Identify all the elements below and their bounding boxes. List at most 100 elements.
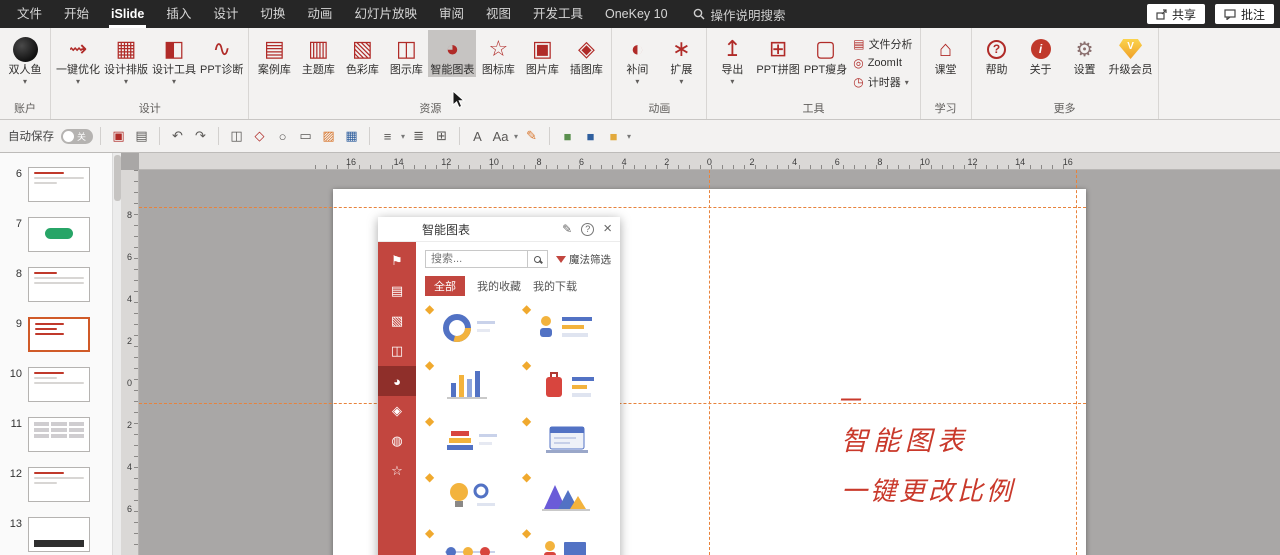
help-button[interactable]: ? 帮助 — [975, 30, 1019, 77]
tab-all[interactable]: 全部 — [425, 276, 465, 296]
ellipse-icon[interactable]: ○ — [272, 125, 293, 147]
edit-icon[interactable]: ✎ — [562, 222, 572, 236]
theme-icon[interactable]: ▤ — [378, 276, 416, 306]
relation-icon[interactable]: ◈ — [378, 396, 416, 426]
slide-thumbnail[interactable] — [28, 267, 90, 302]
print-icon[interactable]: ▤ — [131, 125, 152, 147]
color-library-button[interactable]: ▧ 色彩库 — [340, 30, 384, 77]
menu-tab-islide[interactable]: iSlide — [100, 0, 155, 28]
web-icon[interactable]: ◍ — [378, 426, 416, 456]
align-icon[interactable]: ≡ — [377, 125, 398, 147]
upgrade-member-button[interactable]: V 升级会员 — [1107, 30, 1155, 77]
zoomit-button[interactable]: ◎ ZoomIt — [853, 56, 912, 70]
picture-library-button[interactable]: ▣ 图片库 — [520, 30, 564, 77]
menu-tab-transitions[interactable]: 切换 — [249, 0, 296, 28]
swatch-yellow-icon[interactable]: ■ — [603, 125, 624, 147]
slide-thumbnail[interactable] — [28, 217, 90, 252]
help-icon[interactable]: ? — [581, 222, 595, 236]
template-card-person-bars[interactable]: ◆ — [522, 302, 611, 350]
menu-tab-review[interactable]: 审阅 — [428, 0, 475, 28]
tab-downloads[interactable]: 我的下载 — [533, 278, 577, 294]
ppt-slim-button[interactable]: ▢ PPT瘦身 — [802, 30, 849, 77]
redo-icon[interactable]: ↷ — [190, 125, 211, 147]
slide-thumbnail[interactable] — [28, 467, 90, 502]
swatch-blue-icon[interactable]: ■ — [580, 125, 601, 147]
menu-tab-design[interactable]: 设计 — [202, 0, 249, 28]
menu-tab-file[interactable]: 文件 — [6, 0, 53, 28]
about-button[interactable]: i 关于 — [1019, 30, 1063, 77]
pen-icon[interactable]: ✎ — [521, 125, 542, 147]
template-card-stack[interactable]: ◆ — [425, 414, 514, 462]
export-button[interactable]: ↥ 导出 ▾ — [710, 30, 754, 86]
smart-chart-icon[interactable]: ◕ — [378, 366, 416, 396]
textbox-icon[interactable]: ▭ — [295, 125, 316, 147]
icon-library-button[interactable]: ☆ 图标库 — [476, 30, 520, 77]
template-card-bulb[interactable]: ◆ — [425, 470, 514, 518]
template-card-luggage[interactable]: ◆ — [522, 358, 611, 406]
file-analysis-button[interactable]: ▤ 文件分析 — [853, 36, 912, 52]
table-icon[interactable]: ⊞ — [431, 125, 452, 147]
classroom-button[interactable]: ⌂ 课堂 — [924, 30, 968, 77]
menu-tab-view[interactable]: 视图 — [475, 0, 522, 28]
ppt-puzzle-button[interactable]: ⊞ PPT拼图 — [754, 30, 801, 77]
account-button[interactable]: 双人鱼 ▾ — [3, 30, 47, 86]
copy-format-icon[interactable]: ◫ — [226, 125, 247, 147]
save-icon[interactable]: ▣ — [108, 125, 129, 147]
badge-icon[interactable]: ☆ — [378, 456, 416, 486]
comment-button[interactable]: 批注 — [1214, 4, 1274, 24]
panel-search-button[interactable] — [528, 250, 548, 268]
list-icon[interactable]: ≣ — [408, 125, 429, 147]
design-layout-button[interactable]: ▦ 设计排版 ▾ — [102, 30, 150, 86]
outline-color-icon[interactable]: ▦ — [341, 125, 362, 147]
menu-tab-developer[interactable]: 开发工具 — [522, 0, 594, 28]
tell-me-search[interactable]: 操作说明搜索 — [693, 5, 786, 24]
thumbnail-scrollbar[interactable] — [112, 153, 121, 555]
color-icon[interactable]: ▧ — [378, 306, 416, 336]
smart-chart-button[interactable]: ◕ 智能图表 — [428, 30, 477, 77]
design-tools-button[interactable]: ◧ 设计工具 ▾ — [150, 30, 198, 86]
menu-tab-home[interactable]: 开始 — [53, 0, 100, 28]
one-click-optimize-button[interactable]: ⇝ 一键优化 ▾ — [54, 30, 102, 86]
undo-icon[interactable]: ↶ — [167, 125, 188, 147]
tab-favorites[interactable]: 我的收藏 — [477, 278, 521, 294]
slide-thumbnail[interactable] — [28, 417, 90, 452]
close-icon[interactable]: × — [603, 221, 612, 236]
extend-button[interactable]: ∗ 扩展 ▾ — [659, 30, 703, 86]
template-card-desk[interactable]: ◆ — [522, 526, 611, 555]
slide-thumbnail[interactable] — [28, 167, 90, 202]
menu-tab-animations[interactable]: 动画 — [296, 0, 343, 28]
slide-caption[interactable]: — 智能图表 一键更改比例 — [841, 389, 1015, 508]
menu-tab-slideshow[interactable]: 幻灯片放映 — [343, 0, 428, 28]
slide-thumbnail[interactable] — [28, 367, 90, 402]
fill-color-icon[interactable]: ▨ — [318, 125, 339, 147]
shape-icon[interactable]: ◇ — [249, 125, 270, 147]
tween-button[interactable]: ◐ 补间 ▾ — [615, 30, 659, 86]
timer-button[interactable]: ◷ 计时器 ▾ — [853, 74, 912, 90]
menu-tab-insert[interactable]: 插入 — [155, 0, 202, 28]
template-card-bar-chart[interactable]: ◆ — [425, 358, 514, 406]
template-card-laptop[interactable]: ◆ — [522, 414, 611, 462]
font-size-icon[interactable]: Aa — [490, 125, 511, 147]
slide-thumbnail[interactable] — [28, 517, 90, 552]
illustration-library-button[interactable]: ◈ 插图库 — [564, 30, 608, 77]
slide-thumbnail-selected[interactable] — [28, 317, 90, 352]
scrollbar-thumb[interactable] — [114, 155, 121, 201]
ppt-diagnosis-button[interactable]: ∿ PPT诊断 — [198, 30, 245, 77]
swatch-green-icon[interactable]: ■ — [557, 125, 578, 147]
panel-search-input[interactable] — [425, 250, 528, 268]
magic-filter-button[interactable]: 魔法筛选 — [556, 252, 611, 267]
settings-button[interactable]: ⚙ 设置 — [1063, 30, 1107, 77]
bar-chart-thumbnail — [446, 371, 487, 399]
diagram-icon[interactable]: ◫ — [378, 336, 416, 366]
template-card-mountains[interactable]: ◆ — [522, 470, 611, 518]
menu-tab-onekey[interactable]: OneKey 10 — [594, 0, 679, 28]
share-button[interactable]: 共享 — [1146, 4, 1205, 24]
autosave-toggle[interactable]: 关 — [61, 128, 93, 144]
diagram-library-button[interactable]: ◫ 图示库 — [384, 30, 428, 77]
template-card-donut[interactable]: ◆ — [425, 302, 514, 350]
case-library-button[interactable]: ▤ 案例库 — [252, 30, 296, 77]
theme-library-button[interactable]: ▥ 主题库 — [296, 30, 340, 77]
template-card-timeline[interactable]: ◆ — [425, 526, 514, 555]
case-icon[interactable]: ⚑ — [378, 246, 416, 276]
font-icon[interactable]: A — [467, 125, 488, 147]
